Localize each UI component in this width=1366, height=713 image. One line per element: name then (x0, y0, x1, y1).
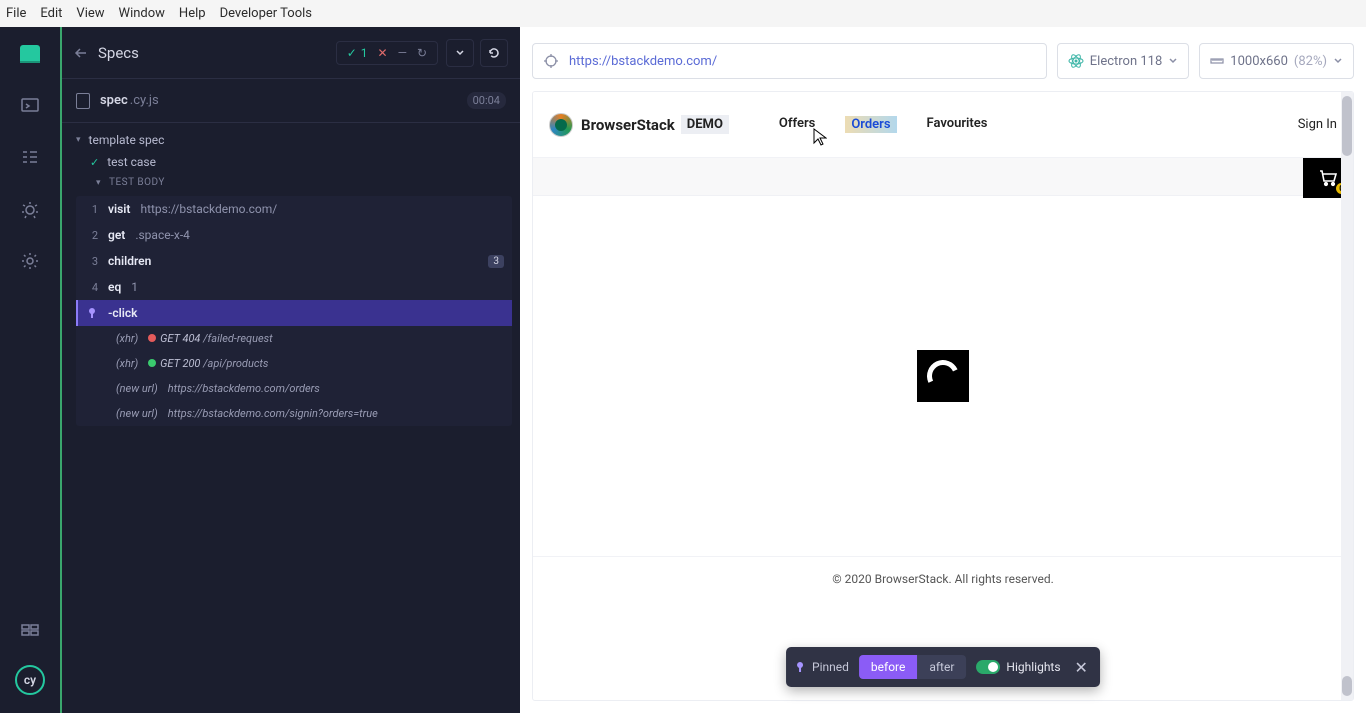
loading-spinner (917, 350, 969, 402)
left-nav-rail: cy (0, 27, 60, 713)
test-title: test case (107, 155, 156, 169)
aut-iframe[interactable]: BrowserStack DEMO Offers Orders Favourit… (532, 91, 1354, 701)
nav-keyboard-icon[interactable] (18, 617, 42, 641)
command-row[interactable]: 3 children 3 (76, 248, 512, 274)
spec-extension: .cy.js (130, 93, 159, 108)
nav-specs-icon[interactable] (18, 41, 42, 65)
scrollbar-thumb[interactable] (1342, 96, 1352, 156)
snapshot-before-button[interactable]: before (859, 655, 917, 679)
mouse-cursor-icon (813, 128, 827, 146)
test-body-label: ▾ TEST BODY (62, 173, 520, 192)
menu-view[interactable]: View (76, 6, 104, 21)
log-row[interactable]: (new url) https://bstackdemo.com/orders (76, 376, 512, 401)
spec-filename: spec (100, 93, 128, 108)
test-stats: ✓1 ✕ — ↻ (336, 41, 438, 65)
electron-icon (1068, 53, 1084, 69)
file-icon (76, 93, 90, 109)
nav-runs-icon[interactable] (18, 93, 42, 117)
chevron-down-button[interactable] (446, 39, 474, 67)
selector-playground-icon[interactable] (543, 53, 559, 69)
toggle-switch-icon[interactable] (976, 660, 1000, 674)
highlights-toggle[interactable]: Highlights (976, 660, 1060, 674)
chevron-down-icon: ▾ (76, 135, 81, 145)
before-after-toggle[interactable]: before after (859, 655, 967, 679)
nav-gear-icon[interactable] (18, 249, 42, 273)
nav-offers[interactable]: Offers (779, 116, 815, 133)
ruler-icon (1210, 54, 1224, 68)
site-subbar: 0 (533, 158, 1353, 196)
status-dot-green-icon (148, 359, 156, 367)
auto-scroll-icon: ↻ (417, 46, 427, 60)
pin-icon (86, 307, 98, 319)
close-snapshot-button[interactable]: ✕ (1071, 658, 1092, 677)
log-row[interactable]: (xhr) GET 404 /failed-request (76, 326, 512, 351)
brand-name: BrowserStack (581, 116, 675, 134)
passed-count: ✓1 (347, 46, 368, 60)
chevron-down-icon (1168, 56, 1178, 66)
rerun-button[interactable] (480, 39, 508, 67)
demo-badge: DEMO (681, 115, 729, 134)
command-row[interactable]: 4 eq 1 (76, 274, 512, 300)
status-dot-red-icon (148, 334, 156, 342)
browser-selector[interactable]: Electron 118 (1057, 43, 1190, 79)
spec-file-row[interactable]: spec .cy.js 00:04 (62, 79, 520, 123)
command-row[interactable]: 1 visit https://bstackdemo.com/ (76, 196, 512, 222)
snapshot-after-button[interactable]: after (917, 655, 966, 679)
failed-count: ✕ (378, 46, 388, 60)
pin-icon (794, 661, 806, 673)
browserstack-logo-icon (549, 113, 573, 137)
menu-devtools[interactable]: Developer Tools (220, 6, 312, 21)
suite-row[interactable]: ▾ template spec (62, 129, 520, 151)
pending-count: — (398, 46, 407, 60)
nav-debug-icon[interactable] (18, 197, 42, 221)
menu-file[interactable]: File (6, 6, 26, 21)
command-row-pinned[interactable]: -click (76, 300, 512, 326)
command-row[interactable]: 2 get .space-x-4 (76, 222, 512, 248)
pinned-label: Pinned (794, 660, 849, 674)
scrollbar[interactable] (1341, 92, 1353, 700)
log-row[interactable]: (new url) https://bstackdemo.com/signin?… (76, 401, 512, 426)
url-bar[interactable]: https://bstackdemo.com/ (532, 43, 1047, 79)
log-row[interactable]: (xhr) GET 200 /api/products (76, 351, 512, 376)
chevron-down-icon (1333, 56, 1343, 66)
nav-favourites[interactable]: Favourites (927, 116, 988, 133)
menu-edit[interactable]: Edit (40, 6, 62, 21)
snapshot-controls: Pinned before after Highlights ✕ (786, 647, 1100, 687)
nav-orders[interactable]: Orders (845, 116, 896, 133)
menu-window[interactable]: Window (119, 6, 165, 21)
test-row[interactable]: ✓ test case (62, 151, 520, 173)
collapse-panel-icon[interactable] (74, 46, 88, 60)
site-footer: © 2020 BrowserStack. All rights reserved… (533, 556, 1353, 600)
signin-link[interactable]: Sign In (1298, 117, 1337, 132)
panel-title: Specs (98, 44, 336, 62)
site-header: BrowserStack DEMO Offers Orders Favourit… (533, 92, 1353, 158)
viewport-selector[interactable]: 1000x660 (82%) (1199, 43, 1354, 79)
aut-preview-panel: https://bstackdemo.com/ Electron 118 100… (520, 27, 1366, 713)
nav-settings-list-icon[interactable] (18, 145, 42, 169)
menu-help[interactable]: Help (179, 6, 206, 21)
os-menubar: File Edit View Window Help Developer Too… (0, 0, 1366, 27)
cypress-logo-icon[interactable]: cy (15, 665, 45, 695)
spec-duration: 00:04 (467, 92, 506, 109)
aut-url: https://bstackdemo.com/ (569, 54, 717, 69)
scrollbar-thumb[interactable] (1342, 676, 1352, 696)
command-log-panel: Specs ✓1 ✕ — ↻ spec (60, 27, 520, 713)
yield-count-badge: 3 (488, 255, 504, 268)
suite-title: template spec (89, 133, 165, 147)
check-icon: ✓ (90, 156, 99, 169)
